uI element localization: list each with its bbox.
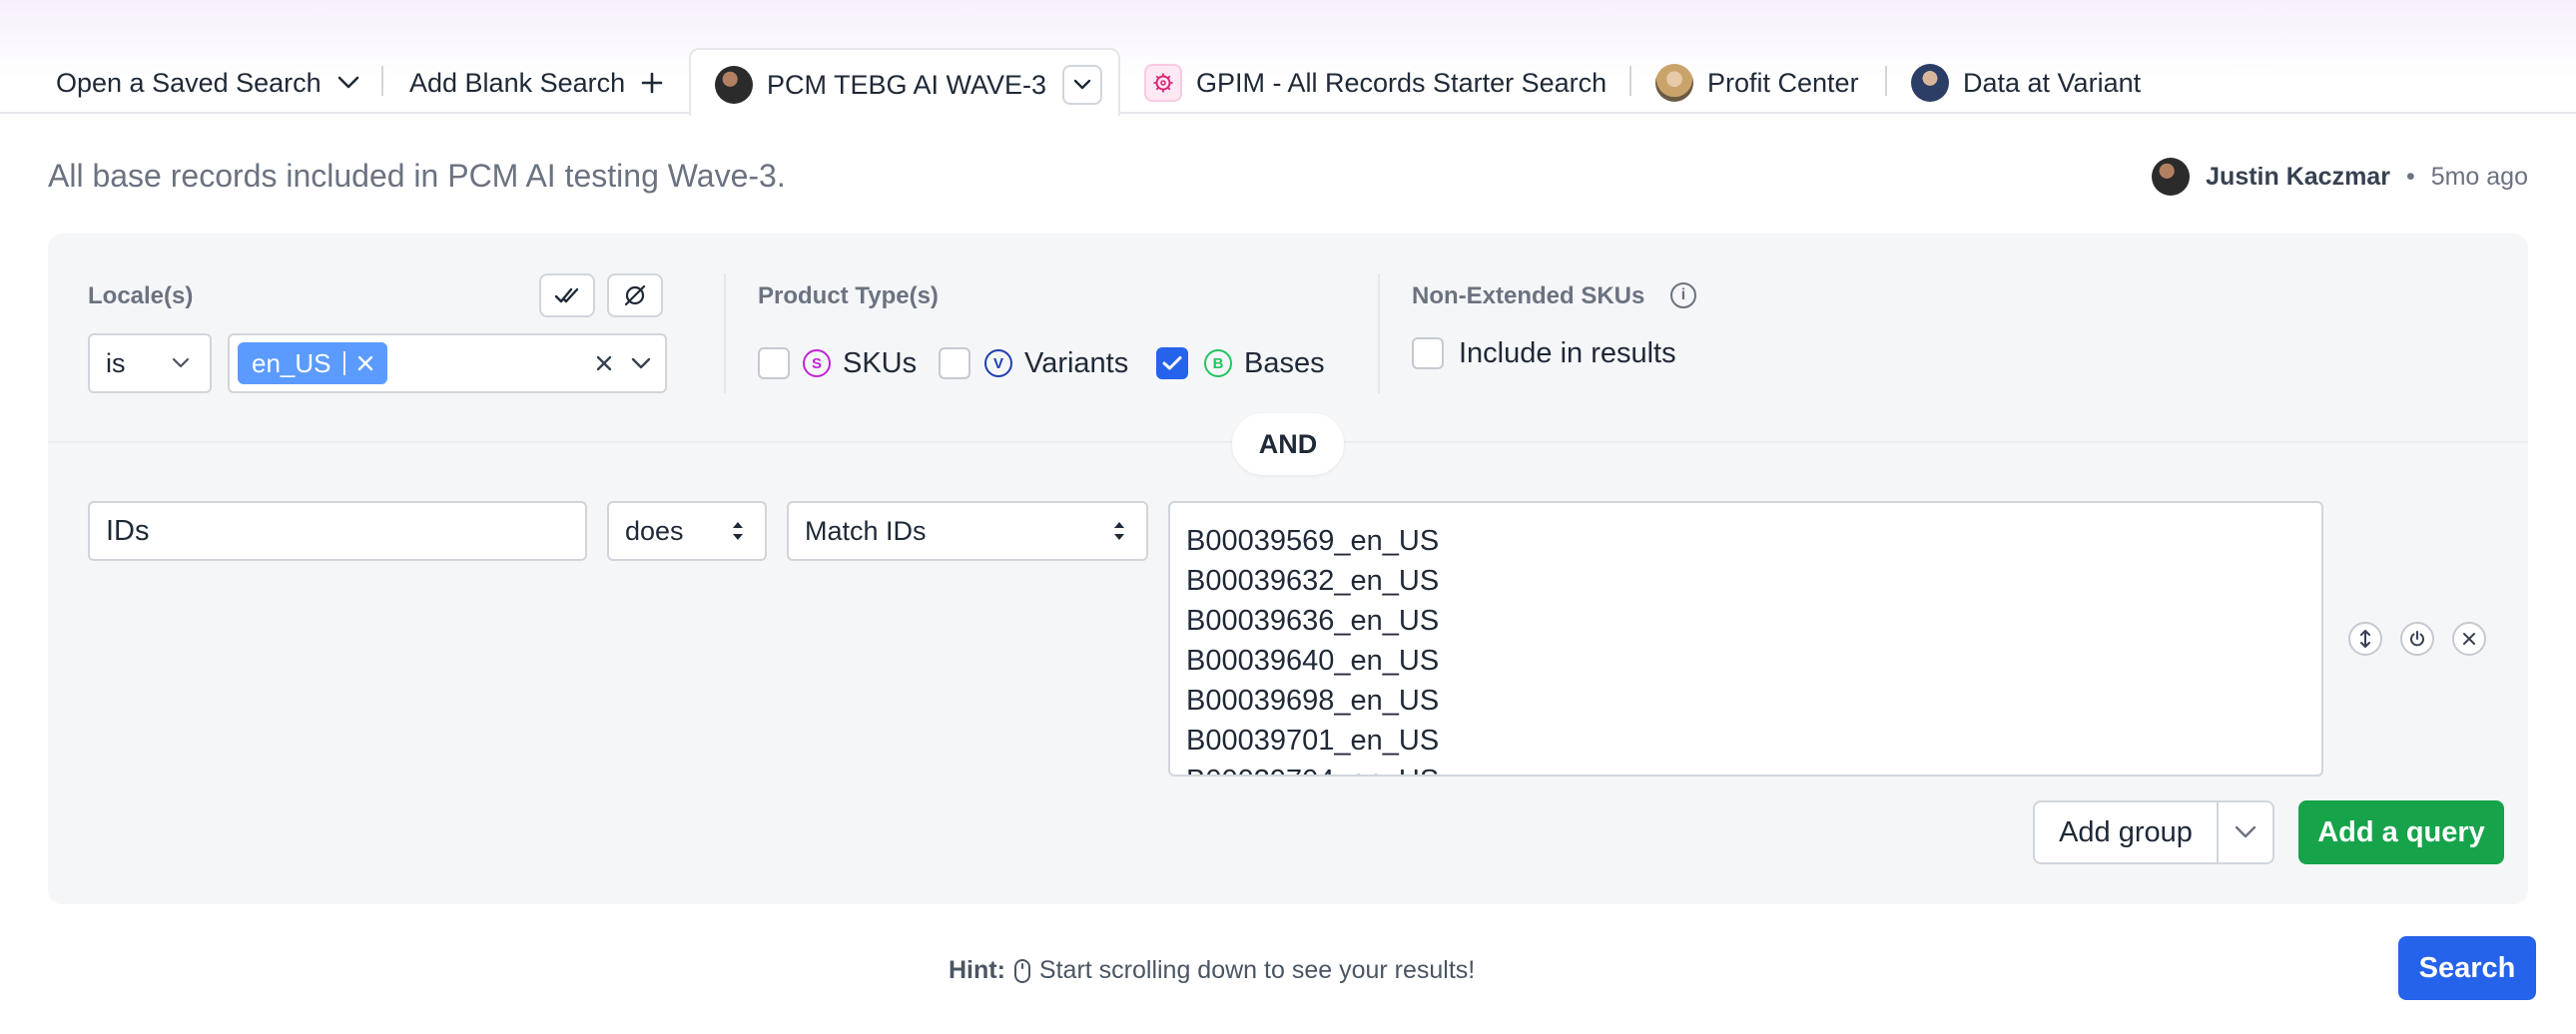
open-saved-search-button[interactable]: Open a Saved Search [56,58,359,108]
power-icon [2408,630,2426,648]
bases-label: Bases [1244,347,1325,379]
variants-badge: V [984,349,1012,377]
add-group-menu-button[interactable] [2219,802,2272,862]
tab-bar: Open a Saved Search Add Blank Search PCM… [0,0,2576,116]
resize-button[interactable] [2348,622,2382,656]
separator-dot: • [2405,162,2415,191]
skus-label: SKUs [843,347,918,379]
add-query-button[interactable]: Add a query [2298,800,2504,864]
id-line: B00039698_en_US [1186,685,1440,717]
bases-badge: B [1204,349,1232,377]
skus-checkbox[interactable] [758,347,790,379]
include-in-results-label: Include in results [1459,337,1676,369]
section-divider [724,273,726,393]
locale-operator-value: is [106,347,126,378]
tab-pcm-tebg-ai-wave-3[interactable]: PCM TEBG AI WAVE-3 [715,60,1103,110]
chevron-down-icon [337,76,359,90]
id-line: B00039640_en_US [1186,645,1440,677]
avatar [1655,64,1693,102]
chevron-down-icon [1073,79,1091,91]
variants-checkbox[interactable] [939,347,970,379]
locale-chip-label: en_US [252,347,331,378]
hint-text: Start scrolling down to see your results… [1038,956,1476,984]
ids-textarea[interactable]: B00039569_en_US B00039632_en_US B0003963… [1168,501,2323,776]
remove-query-button[interactable] [2452,622,2486,656]
chevron-down-icon [2235,825,2256,839]
toggle-query-button[interactable] [2400,622,2434,656]
hint: Hint: Start scrolling down to see your r… [949,956,1475,985]
locale-chip: en_US [238,342,387,384]
query-field-value: IDs [106,514,150,547]
mouse-icon [1013,958,1031,984]
id-line: B00039701_en_US [1186,725,1440,757]
tab-profit-center[interactable]: Profit Center [1655,58,1859,108]
tab-divider [1629,66,1631,96]
sort-arrows-icon [1112,519,1126,543]
query-operator-value: does [625,515,684,546]
time-ago: 5mo ago [2430,162,2528,191]
add-group-button[interactable]: Add group [2035,802,2219,862]
id-line: B00039632_en_US [1186,565,1440,597]
hint-label: Hint: [949,956,1005,984]
tab-data-at-variant[interactable]: Data at Variant [1911,58,2141,108]
empty-set-icon [622,282,648,308]
author-info: Justin Kaczmar • 5mo ago [2152,158,2528,196]
include-in-results-checkbox[interactable] [1412,337,1444,369]
double-check-icon [554,284,580,306]
add-blank-search-button[interactable]: Add Blank Search [409,58,663,108]
and-operator-pill[interactable]: AND [1232,413,1344,475]
remove-chip-icon[interactable] [357,355,373,371]
plus-icon [641,72,663,94]
clear-icon[interactable] [595,354,613,372]
gear-icon [1144,64,1182,102]
locale-operator-select[interactable]: is [88,333,212,393]
tab-menu-button[interactable] [1062,65,1103,105]
sort-arrows-icon [731,519,745,543]
search-description: All base records included in PCM AI test… [48,158,786,194]
author-name: Justin Kaczmar [2206,162,2390,191]
tab-label: PCM TEBG AI WAVE-3 [767,69,1047,100]
query-match-value: Match IDs [805,515,927,546]
section-divider [1378,273,1380,393]
avatar [715,66,753,104]
product-types-label: Product Type(s) [758,282,939,309]
checkmark-icon [1162,355,1182,371]
locales-label: Locale(s) [88,282,194,309]
tab-label: Data at Variant [1963,67,2142,98]
add-group-split-button: Add group [2033,800,2274,864]
close-icon [2462,632,2476,646]
tab-gpim-all-records[interactable]: GPIM - All Records Starter Search [1144,58,1607,108]
id-line: B00039636_en_US [1186,605,1440,637]
tab-divider [381,66,383,96]
open-saved-search-label: Open a Saved Search [56,67,322,98]
avatar [2152,158,2191,196]
query-operator-select[interactable]: does [607,501,767,561]
search-page: Open a Saved Search Add Blank Search PCM… [0,0,2576,1034]
id-line: B00039704_en_US [1186,761,2305,775]
chip-divider [342,351,345,375]
query-field-input[interactable]: IDs [88,501,587,561]
non-extended-skus-label: Non-Extended SKUs [1412,282,1645,309]
clear-locales-button[interactable] [607,273,663,317]
avatar [1911,64,1949,102]
tab-label: Profit Center [1707,67,1859,98]
bases-checkbox[interactable] [1156,347,1188,379]
variants-label: Variants [1024,347,1129,379]
chevron-down-icon[interactable] [631,357,651,369]
tab-label: GPIM - All Records Starter Search [1196,67,1608,98]
tab-divider [1885,66,1887,96]
select-all-locales-button[interactable] [539,273,595,317]
info-icon[interactable]: i [1670,282,1696,308]
query-match-select[interactable]: Match IDs [787,501,1148,561]
vertical-arrows-icon [2358,629,2372,649]
skus-badge: S [803,349,831,377]
id-line: B00039569_en_US [1186,525,1440,557]
chevron-down-icon [172,357,190,369]
add-blank-search-label: Add Blank Search [409,67,626,98]
search-button[interactable]: Search [2398,936,2536,1000]
